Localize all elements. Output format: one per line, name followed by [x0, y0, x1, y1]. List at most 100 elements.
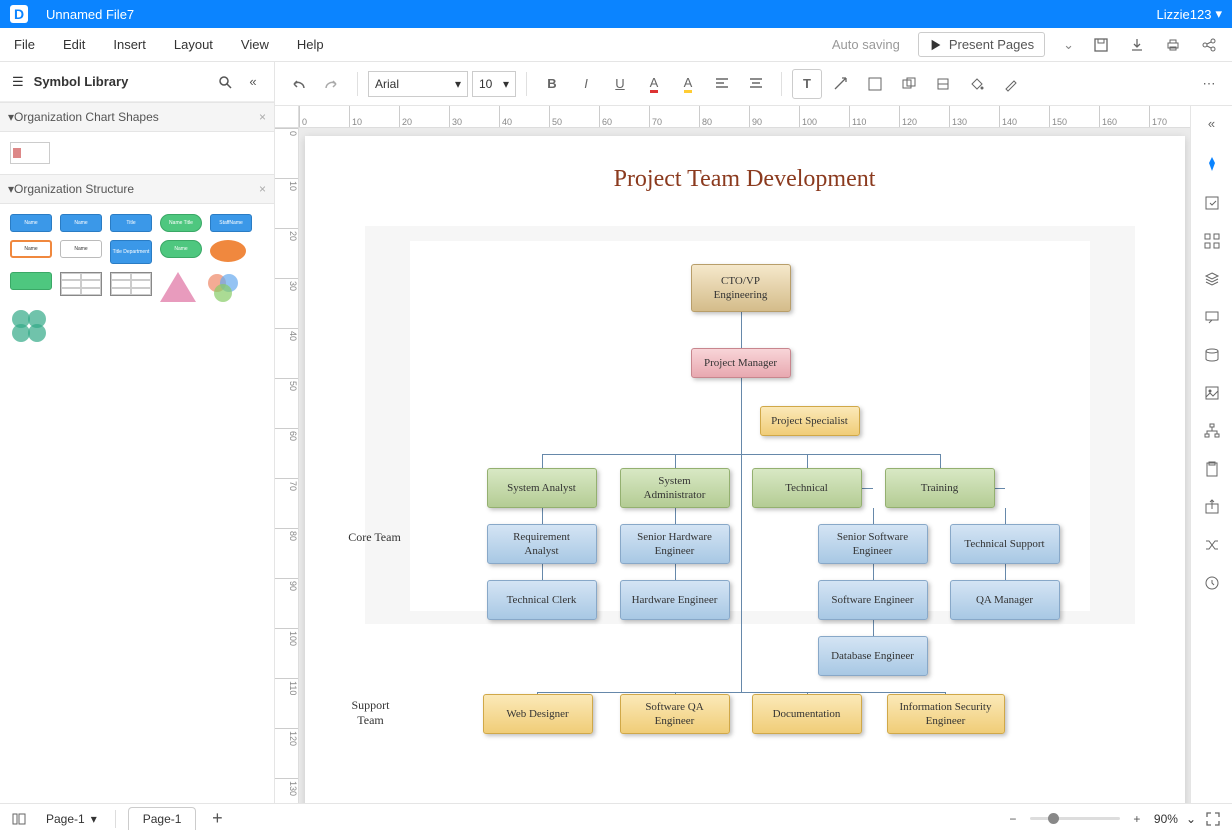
- node-ise[interactable]: Information Security Engineer: [887, 694, 1005, 734]
- node-se[interactable]: Software Engineer: [818, 580, 928, 620]
- node-doc[interactable]: Documentation: [752, 694, 862, 734]
- zoom-in-icon[interactable]: +: [1128, 810, 1146, 828]
- node-sse[interactable]: Senior Software Engineer: [818, 524, 928, 564]
- hierarchy-panel-icon[interactable]: [1201, 420, 1223, 442]
- node-req[interactable]: Requirement Analyst: [487, 524, 597, 564]
- shape-title[interactable]: Title: [110, 214, 152, 232]
- menu-insert[interactable]: Insert: [113, 37, 146, 52]
- present-pages-button[interactable]: Present Pages: [918, 32, 1045, 57]
- shape-name-border[interactable]: Name: [10, 240, 52, 258]
- shape-name-plain[interactable]: Name: [60, 240, 102, 258]
- export-panel2-icon[interactable]: [1201, 496, 1223, 518]
- font-size-select[interactable]: 10▾: [472, 71, 516, 97]
- shape-name2[interactable]: Name: [60, 214, 102, 232]
- node-tech[interactable]: Technical: [752, 468, 862, 508]
- zoom-slider[interactable]: [1030, 817, 1120, 820]
- user-menu[interactable]: Lizzie123▾: [1157, 6, 1222, 22]
- zoom-out-icon[interactable]: −: [1004, 810, 1022, 828]
- print-icon[interactable]: [1164, 36, 1182, 54]
- node-dbe[interactable]: Database Engineer: [818, 636, 928, 676]
- align-left-icon[interactable]: [707, 69, 737, 99]
- search-icon[interactable]: [216, 73, 234, 91]
- comment-panel-icon[interactable]: [1201, 306, 1223, 328]
- node-cto[interactable]: CTO/VP Engineering: [691, 264, 791, 312]
- shape-grid[interactable]: [60, 272, 102, 296]
- chevron-down-icon[interactable]: ⌄: [1186, 812, 1196, 826]
- node-qa[interactable]: QA Manager: [950, 580, 1060, 620]
- more-icon[interactable]: ⋯: [1194, 69, 1224, 99]
- font-color-icon[interactable]: A: [639, 69, 669, 99]
- shape-circles[interactable]: [10, 310, 50, 340]
- close-section-icon[interactable]: ×: [259, 110, 266, 124]
- style-panel-icon[interactable]: [1201, 154, 1223, 176]
- menu-file[interactable]: File: [14, 37, 35, 52]
- node-sa[interactable]: System Analyst: [487, 468, 597, 508]
- shape-staffname[interactable]: StaffName: [210, 214, 252, 232]
- collapse-sidebar-icon[interactable]: «: [244, 73, 262, 91]
- section-org-chart-shapes[interactable]: ▾ Organization Chart Shapes ×: [0, 102, 274, 132]
- add-page-icon[interactable]: +: [208, 810, 226, 828]
- image-panel-icon[interactable]: [1201, 382, 1223, 404]
- italic-icon[interactable]: I: [571, 69, 601, 99]
- bold-icon[interactable]: B: [537, 69, 567, 99]
- group-icon[interactable]: [894, 69, 924, 99]
- shape-triangle[interactable]: [160, 272, 196, 302]
- canvas[interactable]: 0102030405060708090100110120130140150160…: [275, 106, 1190, 803]
- expand-panel-icon[interactable]: «: [1201, 112, 1223, 134]
- node-he[interactable]: Hardware Engineer: [620, 580, 730, 620]
- highlight-icon[interactable]: A: [673, 69, 703, 99]
- chevron-down-icon[interactable]: ⌄: [1063, 37, 1074, 53]
- node-she[interactable]: Senior Hardware Engineer: [620, 524, 730, 564]
- fill-color-icon[interactable]: [860, 69, 890, 99]
- label-core-team[interactable]: Core Team: [345, 530, 405, 545]
- data-panel-icon[interactable]: [1201, 344, 1223, 366]
- font-family-select[interactable]: Arial▾: [368, 71, 468, 97]
- menu-layout[interactable]: Layout: [174, 37, 213, 52]
- export-panel-icon[interactable]: [1201, 192, 1223, 214]
- shape-grid2[interactable]: [110, 272, 152, 296]
- node-tc[interactable]: Technical Clerk: [487, 580, 597, 620]
- fullscreen-icon[interactable]: [1204, 810, 1222, 828]
- shape-venn[interactable]: [204, 272, 244, 302]
- undo-icon[interactable]: [283, 69, 313, 99]
- node-ps[interactable]: Project Specialist: [760, 406, 860, 436]
- align-vertical-icon[interactable]: [741, 69, 771, 99]
- save-icon[interactable]: [1092, 36, 1110, 54]
- redo-icon[interactable]: [317, 69, 347, 99]
- history-panel-icon[interactable]: [1201, 572, 1223, 594]
- share-icon[interactable]: [1200, 36, 1218, 54]
- menu-help[interactable]: Help: [297, 37, 324, 52]
- section-org-structure[interactable]: ▾ Organization Structure ×: [0, 174, 274, 204]
- node-sqe[interactable]: Software QA Engineer: [620, 694, 730, 734]
- clipboard-panel-icon[interactable]: [1201, 458, 1223, 480]
- node-ts[interactable]: Technical Support: [950, 524, 1060, 564]
- node-pm[interactable]: Project Manager: [691, 348, 791, 378]
- outline-icon[interactable]: [10, 810, 28, 828]
- menu-view[interactable]: View: [241, 37, 269, 52]
- align-tool-icon[interactable]: [928, 69, 958, 99]
- shape-table-green[interactable]: [10, 272, 52, 290]
- page-selector[interactable]: Page-1 ▾: [40, 810, 103, 828]
- shape-card[interactable]: [10, 142, 50, 164]
- shape-name-title[interactable]: Name Title: [160, 214, 202, 232]
- shape-name[interactable]: Name: [10, 214, 52, 232]
- page[interactable]: Project Team Development Core Team Suppo…: [305, 136, 1185, 803]
- shape-name-pill[interactable]: Name: [160, 240, 202, 258]
- shuffle-panel-icon[interactable]: [1201, 534, 1223, 556]
- underline-icon[interactable]: U: [605, 69, 635, 99]
- label-support-team[interactable]: Support Team: [341, 698, 401, 728]
- node-wd[interactable]: Web Designer: [483, 694, 593, 734]
- bucket-icon[interactable]: [962, 69, 992, 99]
- page-tab[interactable]: Page-1: [128, 807, 197, 830]
- connector-icon[interactable]: [826, 69, 856, 99]
- shape-oval[interactable]: [210, 240, 246, 262]
- download-icon[interactable]: [1128, 36, 1146, 54]
- shape-title-dept[interactable]: Title Department: [110, 240, 152, 264]
- close-section-icon[interactable]: ×: [259, 182, 266, 196]
- diagram-title[interactable]: Project Team Development: [305, 166, 1185, 193]
- grid-panel-icon[interactable]: [1201, 230, 1223, 252]
- node-sysadmin[interactable]: System Administrator: [620, 468, 730, 508]
- node-training[interactable]: Training: [885, 468, 995, 508]
- zoom-value[interactable]: 90%: [1154, 812, 1178, 826]
- menu-edit[interactable]: Edit: [63, 37, 85, 52]
